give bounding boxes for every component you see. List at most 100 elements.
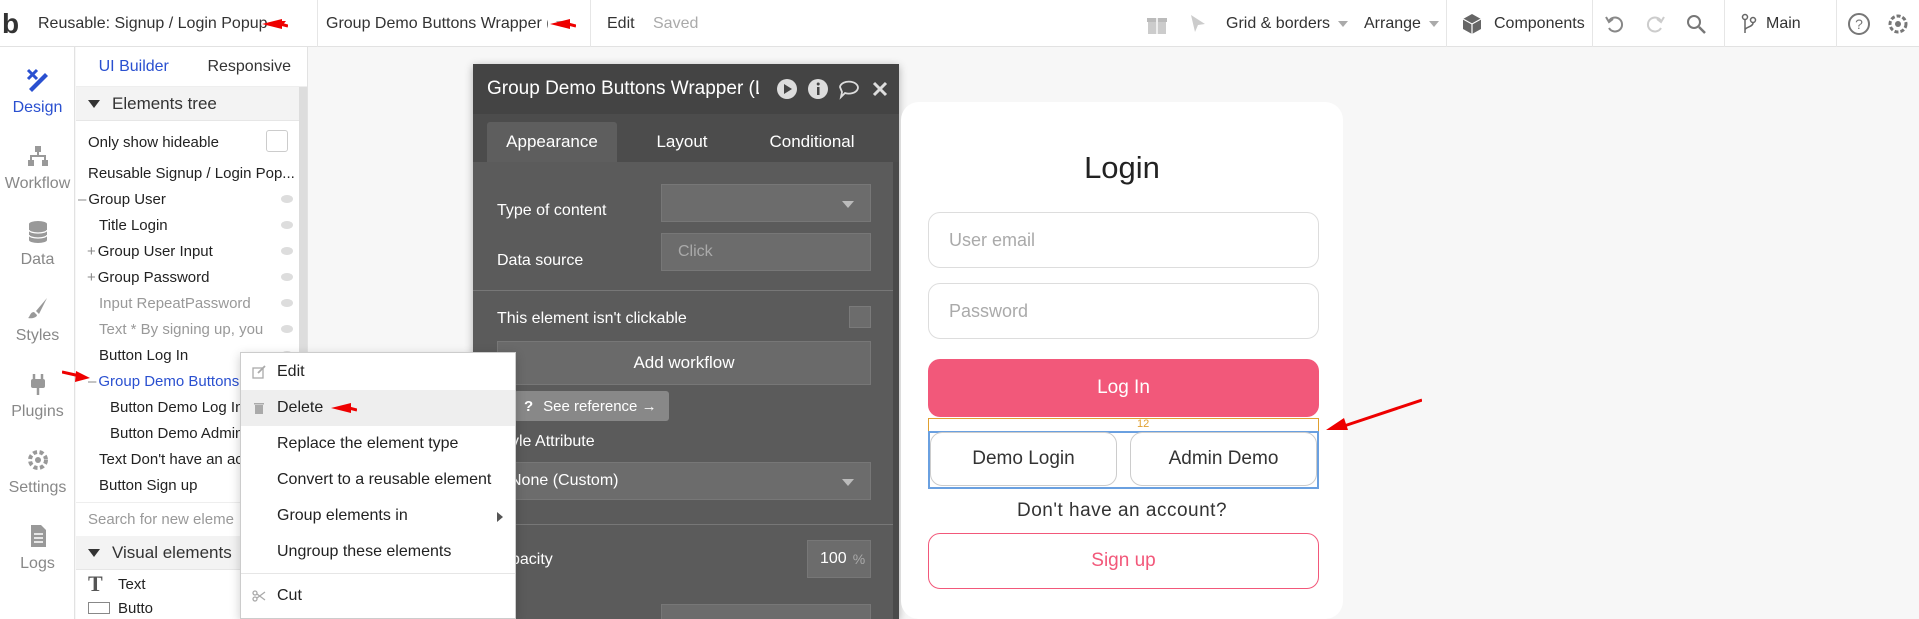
trash-icon (254, 403, 264, 414)
rail-label: Plugins (11, 403, 64, 420)
branch-selector[interactable]: Main (1766, 0, 1801, 47)
cursor-icon[interactable] (1186, 12, 1210, 36)
settings-icon[interactable] (1886, 12, 1910, 36)
eye-icon[interactable] (280, 194, 294, 204)
close-icon[interactable] (869, 78, 891, 100)
tree-item-label: Group User (88, 190, 166, 208)
data-source-input[interactable]: Click (661, 233, 871, 271)
context-menu: Edit Delete Replace the element type Con… (240, 352, 516, 619)
visual-element-label: Butto (118, 599, 154, 617)
bubble-logo[interactable]: b (2, 8, 19, 40)
rail-label: Logs (20, 555, 55, 572)
add-workflow-button[interactable]: Add workflow (497, 341, 871, 385)
property-tabs: Appearance Layout Conditional (473, 114, 899, 162)
rail-styles[interactable]: Styles (0, 283, 75, 359)
next-field[interactable] (661, 604, 871, 619)
property-editor-header[interactable]: Group Demo Buttons Wrapper (Lo (473, 64, 899, 114)
tree-item-label: Input RepeatPassword (99, 294, 251, 312)
page-name: Reusable: Signup / Login Popup (38, 14, 268, 32)
property-editor-title: Group Demo Buttons Wrapper (Lo (487, 78, 759, 99)
demo-login-button[interactable]: Demo Login (930, 432, 1117, 486)
help-icon: ? (524, 397, 534, 415)
property-scrollbar[interactable] (893, 162, 899, 619)
undo-icon[interactable] (1603, 12, 1627, 36)
rail-design[interactable]: Design (0, 55, 75, 131)
saved-status: Saved (653, 14, 699, 32)
rail-settings[interactable]: Settings (0, 435, 75, 511)
design-icon (26, 68, 48, 92)
tree-item-label: Group Password (97, 268, 210, 286)
divider (317, 0, 318, 47)
tree-item[interactable]: – Group User (76, 186, 298, 212)
gift-icon[interactable] (1145, 12, 1169, 36)
rail-data[interactable]: Data (0, 207, 75, 283)
tree-item-label: Group User Input (97, 242, 213, 260)
email-field[interactable]: User email (928, 212, 1319, 268)
signup-button[interactable]: Sign up (928, 533, 1319, 589)
tree-item[interactable]: Input RepeatPassword (76, 290, 298, 316)
page-selector[interactable]: Reusable: Signup / Login Popup (38, 0, 286, 47)
see-reference-link[interactable]: ? See reference → (514, 391, 669, 421)
not-clickable-checkbox[interactable] (849, 306, 871, 328)
tree-item-label: Text * By signing up, you (99, 320, 264, 338)
info-icon[interactable] (807, 78, 829, 100)
element-selector[interactable]: Group Demo Buttons Wrapper (Lo (326, 0, 574, 47)
expand-icon[interactable]: + (87, 269, 96, 286)
tree-item[interactable]: Reusable Signup / Login Pop... (76, 160, 298, 186)
grid-borders-menu[interactable]: Grid & borders (1226, 0, 1349, 47)
admin-demo-button[interactable]: Admin Demo (1130, 432, 1317, 486)
menu-item-replace-type[interactable]: Replace the element type (241, 426, 515, 462)
opacity-input[interactable]: 100 % (807, 540, 871, 578)
components-button[interactable]: Components (1494, 0, 1585, 47)
comment-icon[interactable] (838, 78, 860, 100)
eye-icon[interactable] (280, 220, 294, 230)
spacing-value: 12 (1137, 418, 1150, 430)
chevron-down-icon (842, 201, 854, 208)
tree-item[interactable]: + Group User Input (76, 238, 298, 264)
menu-item-group-in[interactable]: Group elements in (241, 498, 515, 534)
search-icon[interactable] (1684, 12, 1708, 36)
help-icon[interactable]: ? (1847, 12, 1871, 36)
type-of-content-dropdown[interactable] (661, 184, 871, 222)
element-name: Group Demo Buttons Wrapper (Lo (326, 14, 548, 32)
tab-appearance[interactable]: Appearance (487, 122, 617, 162)
eye-icon[interactable] (280, 246, 294, 256)
menu-item-label: Cut (277, 587, 302, 604)
tree-item[interactable]: Title Login (76, 212, 298, 238)
menu-item-delete[interactable]: Delete (241, 390, 515, 426)
tab-ui-builder[interactable]: UI Builder (76, 47, 192, 86)
eye-icon[interactable] (280, 272, 294, 282)
menu-item-convert-reusable[interactable]: Convert to a reusable element (241, 462, 515, 498)
edit-menu[interactable]: Edit (607, 0, 635, 47)
rail-workflow[interactable]: Workflow (0, 131, 75, 207)
plug-icon (30, 374, 45, 395)
grid-borders-label: Grid & borders (1226, 14, 1331, 32)
menu-item-edit[interactable]: Edit (241, 354, 515, 390)
style-dropdown[interactable]: None (Custom) (509, 462, 871, 500)
tree-item-label: Title Login (99, 216, 168, 234)
tree-item[interactable]: + Group Password (76, 264, 298, 290)
elements-tree-header[interactable]: Elements tree (76, 87, 307, 121)
play-icon[interactable] (776, 78, 798, 100)
rail-label: Workflow (4, 175, 71, 192)
arrange-menu[interactable]: Arrange (1364, 0, 1439, 47)
only-hideable-checkbox[interactable] (266, 130, 288, 152)
tab-conditional[interactable]: Conditional (747, 122, 877, 162)
eye-icon[interactable] (280, 324, 294, 334)
annotation-arrow (550, 19, 576, 29)
rail-logs[interactable]: Logs (0, 511, 75, 587)
only-hideable-label: Only show hideable (88, 133, 219, 151)
password-field[interactable]: Password (928, 283, 1319, 339)
tab-layout[interactable]: Layout (617, 122, 747, 162)
style-attribute-label: yle Attribute (511, 433, 595, 450)
login-button[interactable]: Log In (928, 359, 1319, 417)
tree-item[interactable]: Text * By signing up, you (76, 316, 298, 342)
workflow-icon (27, 146, 48, 166)
redo-icon[interactable] (1643, 12, 1667, 36)
tab-responsive[interactable]: Responsive (192, 47, 308, 86)
menu-item-ungroup[interactable]: Ungroup these elements (241, 534, 515, 570)
collapse-icon[interactable]: – (78, 191, 86, 208)
expand-icon[interactable]: + (87, 243, 96, 260)
eye-icon[interactable] (280, 298, 294, 308)
menu-item-cut[interactable]: Cut (241, 578, 515, 614)
